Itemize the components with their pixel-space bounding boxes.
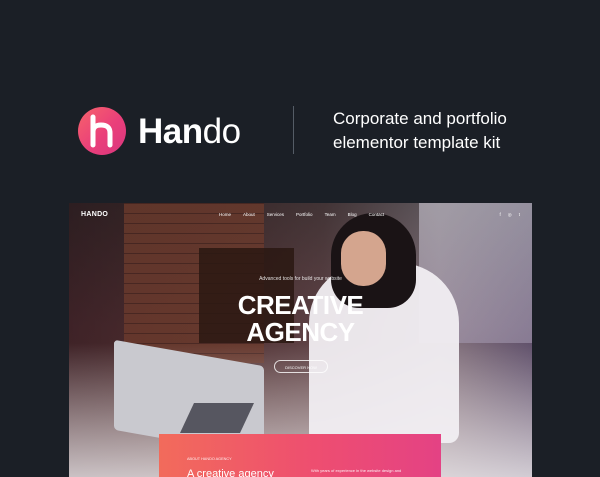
- nav-item-contact[interactable]: Contact: [369, 212, 385, 217]
- about-kicker: ABOUT HANDO AGENCY: [187, 457, 232, 461]
- nav-item-home[interactable]: Home: [219, 212, 231, 217]
- logo-mark-icon: [78, 107, 126, 155]
- template-preview: HANDO Home About Services Portfolio Team…: [69, 203, 532, 477]
- brand-name-part2: do: [202, 111, 241, 151]
- twitter-icon[interactable]: t: [519, 212, 520, 218]
- header-divider: [293, 106, 294, 154]
- preview-nav: Home About Services Portfolio Team Blog …: [219, 212, 384, 217]
- about-card: ABOUT HANDO AGENCY A creative agency Wit…: [159, 434, 441, 477]
- preview-nav-logo[interactable]: HANDO: [81, 211, 108, 218]
- hero-title: CREATIVE AGENCY: [69, 292, 532, 346]
- tagline: Corporate and portfolio elementor templa…: [333, 107, 507, 155]
- nav-item-services[interactable]: Services: [267, 212, 284, 217]
- discover-now-button[interactable]: DISCOVER NOW: [274, 360, 328, 373]
- nav-item-blog[interactable]: Blog: [348, 212, 357, 217]
- preview-social-links: f ◎ t: [500, 212, 520, 218]
- hero-title-line2: AGENCY: [246, 317, 355, 347]
- instagram-icon[interactable]: ◎: [508, 212, 512, 218]
- hero-kicker: Advanced tools for build your website: [259, 276, 342, 282]
- nav-item-portfolio[interactable]: Portfolio: [296, 212, 313, 217]
- facebook-icon[interactable]: f: [500, 212, 501, 218]
- about-text: With years of experience in the website …: [311, 468, 402, 473]
- about-title: A creative agency: [187, 468, 274, 477]
- nav-item-about[interactable]: About: [243, 212, 255, 217]
- brand-logo: Hando: [78, 106, 241, 156]
- brand-name: Hando: [138, 114, 241, 149]
- nav-item-team[interactable]: Team: [325, 212, 336, 217]
- tagline-line1: Corporate and portfolio: [333, 109, 507, 128]
- brand-name-part1: Han: [138, 111, 203, 151]
- tagline-line2: elementor template kit: [333, 133, 501, 152]
- hero-title-line1: CREATIVE: [237, 290, 364, 320]
